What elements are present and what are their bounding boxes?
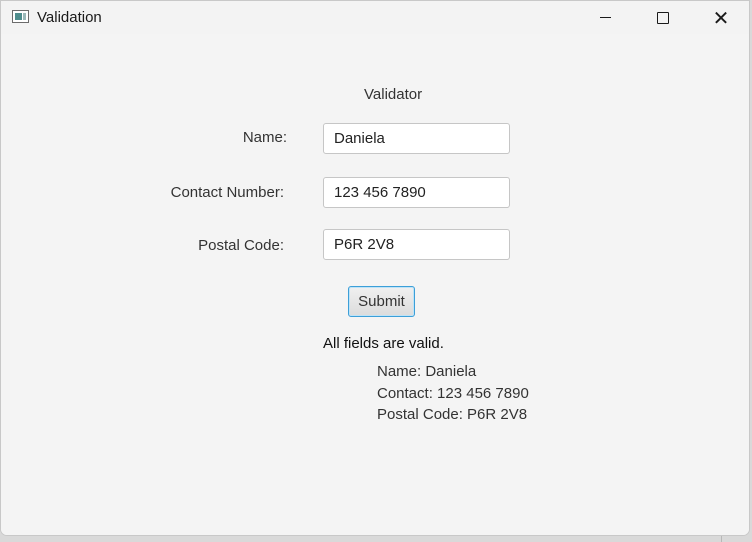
form-panel: Validator Name: Contact Number: Postal C… <box>1 34 749 535</box>
minimize-icon <box>599 17 611 18</box>
title-bar[interactable]: Validation ✕ <box>1 1 749 34</box>
minimize-button[interactable] <box>576 1 634 34</box>
name-field[interactable] <box>323 123 510 154</box>
summary-name: Name: Daniela <box>377 363 477 380</box>
postal-code-field[interactable] <box>323 229 510 260</box>
maximize-icon <box>657 11 669 24</box>
postal-code-label: Postal Code: <box>198 237 284 254</box>
app-icon-pane <box>15 13 22 20</box>
maximize-button[interactable] <box>634 1 692 34</box>
submit-button[interactable]: Submit <box>348 286 415 317</box>
name-label: Name: <box>242 129 287 146</box>
form-heading: Validator <box>364 86 423 103</box>
application-window: Validation ✕ Validator Name: Contact Num… <box>0 0 750 536</box>
summary-contact: Contact: 123 456 7890 <box>377 385 529 402</box>
app-icon-pane-secondary <box>23 13 26 20</box>
close-button[interactable]: ✕ <box>692 1 749 34</box>
background-window-edge <box>721 536 722 542</box>
close-icon: ✕ <box>712 5 730 30</box>
contact-number-label: Contact Number: <box>170 184 284 201</box>
app-window-icon <box>12 10 29 23</box>
contact-number-field[interactable] <box>323 177 510 208</box>
summary-postal-code: Postal Code: P6R 2V8 <box>377 406 528 423</box>
window-title: Validation <box>37 9 102 26</box>
validation-status: All fields are valid. <box>323 335 444 352</box>
